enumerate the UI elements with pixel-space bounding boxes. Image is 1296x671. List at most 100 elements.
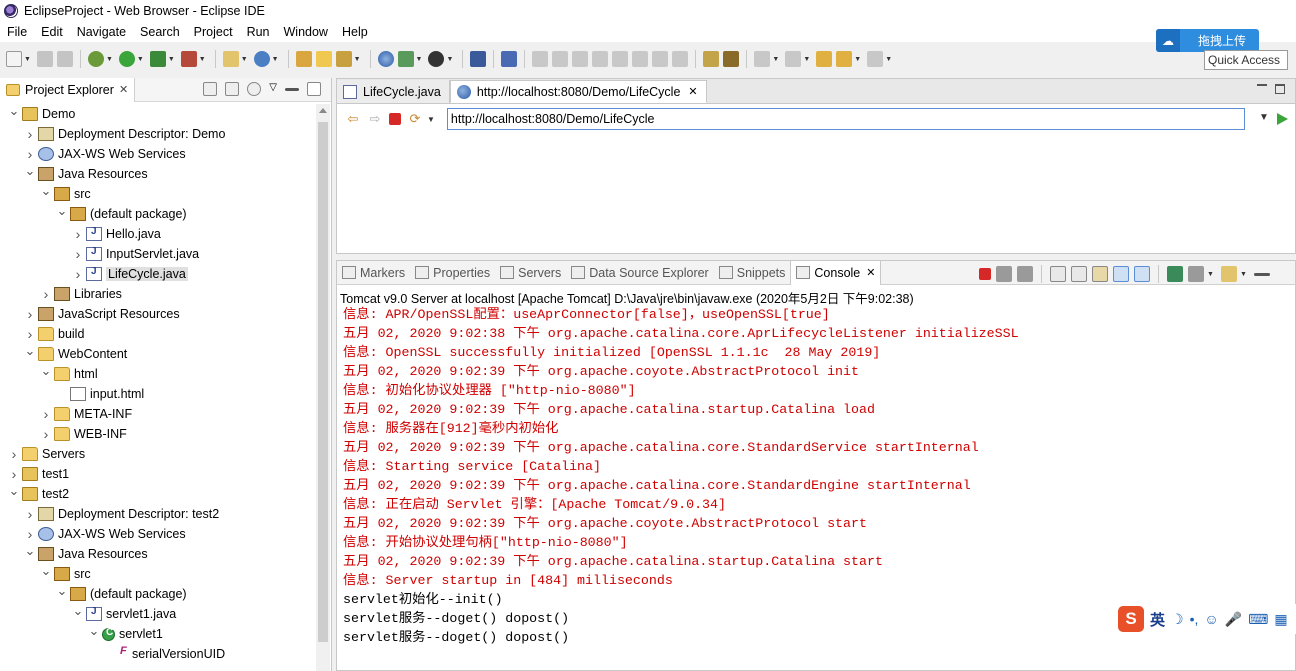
chevron-down-icon[interactable]: ▼ [885, 56, 892, 63]
tree-item[interactable]: › Servers [8, 444, 85, 464]
chevron-down-icon[interactable]: ▼ [854, 56, 861, 63]
close-icon[interactable]: ✕ [866, 266, 875, 279]
chevron-down-icon[interactable]: ▼ [1240, 271, 1247, 278]
tree-item[interactable]: › Deployment Descriptor: test2 [24, 504, 220, 524]
tree-item[interactable]: ⌄ Java Resources [24, 543, 148, 564]
suspend-icon[interactable] [552, 51, 569, 67]
keyboard-icon[interactable]: ⌨ [1248, 611, 1268, 628]
drop-frame-icon[interactable] [672, 51, 689, 67]
tree-item[interactable]: › META-INF [40, 404, 132, 424]
tree-item[interactable]: ⌄ WebContent [24, 343, 127, 364]
minimize-icon[interactable] [1253, 272, 1270, 276]
annotation-icon[interactable] [703, 51, 720, 67]
tree-item[interactable]: ⌄ servlet1.java [72, 603, 176, 624]
smiley-icon[interactable]: ☺ [1204, 611, 1218, 627]
menu-run[interactable]: Run [240, 25, 277, 39]
chevron-down-icon[interactable]: ▼ [137, 56, 144, 63]
tree-item[interactable]: › InputServlet.java [72, 244, 199, 264]
tab-markers[interactable]: Markers [337, 261, 410, 285]
tree-item[interactable]: serialVersionUID [104, 644, 225, 664]
forward-icon[interactable]: ⇨ [367, 111, 383, 127]
pin-console-icon[interactable] [1167, 266, 1183, 282]
maximize-icon[interactable] [307, 82, 321, 96]
resume-icon[interactable] [532, 51, 549, 67]
menu-edit[interactable]: Edit [34, 25, 70, 39]
tab-data-source-explorer[interactable]: Data Source Explorer [566, 261, 714, 285]
chevron-right-icon[interactable]: › [72, 246, 84, 262]
chevron-down-icon[interactable]: ⌄ [40, 183, 52, 199]
remove-all-icon[interactable] [1017, 266, 1033, 282]
chevron-down-icon[interactable]: ⌄ [24, 163, 36, 179]
chevron-down-icon[interactable]: ⌄ [40, 363, 52, 379]
chevron-down-icon[interactable]: ▼ [772, 56, 779, 63]
upload-button[interactable]: ☁ 拖拽上传 [1156, 29, 1259, 52]
tab-snippets[interactable]: Snippets [714, 261, 791, 285]
back-icon[interactable]: ⇦ [345, 111, 361, 127]
editor-tab[interactable]: LifeCycle.java [337, 80, 450, 103]
step-return-icon[interactable] [652, 51, 669, 67]
tree-item[interactable]: ⌄ src [40, 563, 91, 584]
maximize-icon[interactable] [1275, 84, 1285, 94]
tree-item[interactable]: › build [24, 324, 85, 344]
chevron-right-icon[interactable]: › [24, 306, 36, 322]
chevron-down-icon[interactable]: ▼ [354, 56, 361, 63]
menu-help[interactable]: Help [335, 25, 375, 39]
grid-icon[interactable]: ▦ [1274, 611, 1287, 628]
chevron-down-icon[interactable]: ⌄ [24, 343, 36, 359]
open-type-icon[interactable] [295, 51, 312, 67]
chevron-right-icon[interactable]: › [40, 406, 52, 422]
display-console-icon[interactable] [1188, 266, 1204, 282]
close-icon[interactable]: ✕ [688, 85, 697, 98]
tree-item[interactable]: › JavaScript Resources [24, 304, 180, 324]
chevron-right-icon[interactable]: › [72, 266, 84, 282]
disconnect-icon[interactable] [592, 51, 609, 67]
moon-icon[interactable]: ☽ [1171, 611, 1184, 628]
chevron-down-icon[interactable]: ⌄ [40, 563, 52, 579]
new-icon[interactable] [6, 51, 22, 67]
globe-icon[interactable] [377, 51, 394, 67]
chevron-down-icon[interactable]: ▼ [199, 56, 206, 63]
external-tools-icon[interactable] [180, 51, 197, 67]
punctuation-icon[interactable]: •, [1190, 611, 1199, 627]
tree-item[interactable]: › Hello.java [72, 224, 161, 244]
stop-icon[interactable] [389, 113, 401, 125]
chevron-down-icon[interactable]: ⌄ [24, 543, 36, 559]
tree-item[interactable]: › WEB-INF [40, 424, 127, 444]
console-icon[interactable] [470, 51, 487, 67]
block-icon[interactable] [723, 51, 740, 67]
tree-item[interactable]: ⌄ Demo [8, 104, 75, 124]
tree-scrollbar[interactable] [316, 104, 330, 671]
run-icon[interactable] [118, 51, 135, 67]
chevron-down-icon[interactable]: ⌄ [8, 483, 20, 499]
chevron-right-icon[interactable]: › [72, 226, 84, 242]
tree-item[interactable]: ⌄ Java Resources [24, 163, 148, 184]
last-edit-icon[interactable] [816, 51, 833, 67]
view-menu-icon[interactable]: ▽ [269, 82, 277, 96]
chevron-right-icon[interactable]: › [24, 146, 36, 162]
scroll-thumb[interactable] [318, 122, 328, 642]
chevron-down-icon[interactable]: ▼ [106, 56, 113, 63]
prev-annotation-icon[interactable] [785, 51, 802, 67]
chevron-down-icon[interactable]: ▼ [272, 56, 279, 63]
refresh-icon[interactable]: ⟳ [407, 111, 423, 127]
microphone-icon[interactable]: 🎤 [1225, 611, 1242, 628]
forward-icon[interactable] [867, 51, 884, 67]
tab-properties[interactable]: Properties [410, 261, 495, 285]
go-icon[interactable] [1277, 113, 1288, 125]
menu-search[interactable]: Search [133, 25, 187, 39]
close-icon[interactable]: ✕ [119, 83, 128, 96]
tree-item[interactable]: › Libraries [40, 284, 122, 304]
chevron-right-icon[interactable]: › [24, 506, 36, 522]
scroll-lock-icon[interactable] [1071, 266, 1087, 282]
chevron-right-icon[interactable]: › [24, 126, 36, 142]
new-class-icon[interactable] [253, 51, 270, 67]
chevron-right-icon[interactable]: › [8, 466, 20, 482]
sogou-icon[interactable]: S [1118, 606, 1144, 632]
chevron-down-icon[interactable]: ⌄ [72, 603, 84, 619]
chevron-down-icon[interactable]: ▼ [803, 56, 810, 63]
chevron-right-icon[interactable]: › [8, 446, 20, 462]
coverage-icon[interactable] [149, 51, 166, 67]
chevron-right-icon[interactable]: › [40, 286, 52, 302]
minimize-icon[interactable] [1257, 84, 1267, 94]
new-server-icon[interactable] [222, 51, 239, 67]
